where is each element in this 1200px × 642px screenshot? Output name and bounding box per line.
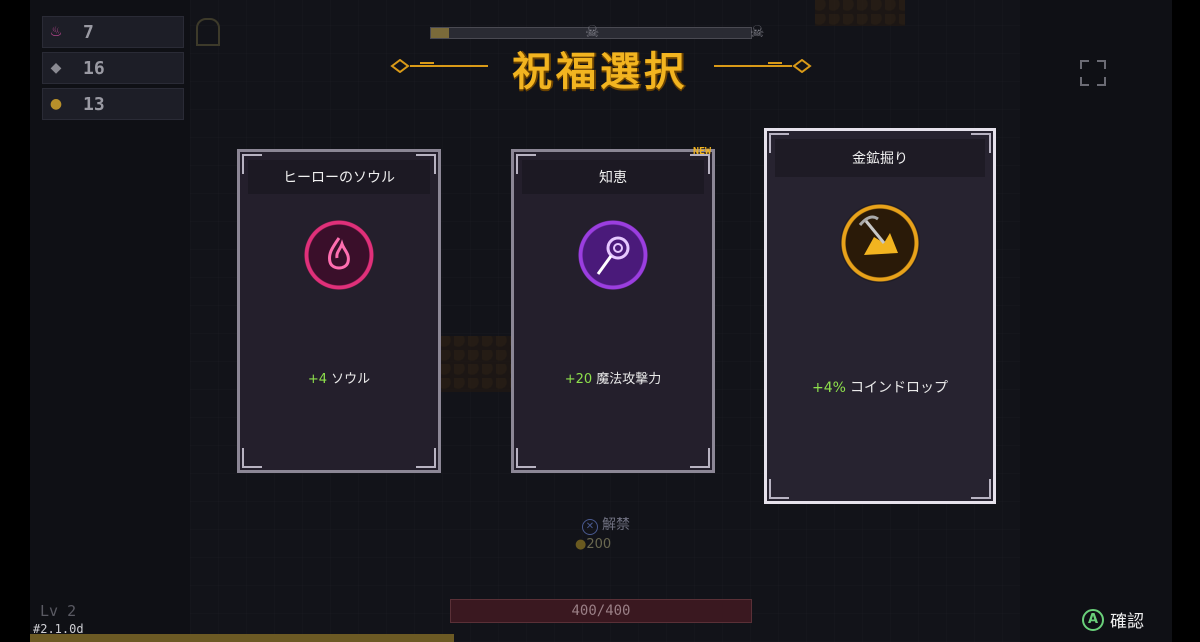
stat-bonus: +20 [564, 372, 593, 387]
magic-staff-icon [578, 220, 648, 290]
card-stat: +20 魔法攻撃力 [514, 368, 712, 387]
blessing-card-gold-mining[interactable]: 金鉱掘り +4% コインドロップ [764, 128, 996, 504]
xp-bar [30, 634, 454, 642]
level-label: Lv 2 [40, 602, 77, 620]
blessing-card-wisdom[interactable]: 知恵 +20 魔法攻撃力 [511, 149, 715, 473]
gold-pickaxe-icon [840, 203, 920, 283]
resource-crystals: ◆ 16 [42, 52, 184, 84]
card-corner-ornament [769, 133, 789, 153]
stat-bonus: +4 [307, 372, 328, 387]
stat-bonus: +4% [812, 380, 846, 396]
card-title: 知恵 [522, 160, 704, 194]
blessing-card-hero-soul[interactable]: ヒーローのソウル +4 ソウル [237, 149, 441, 473]
resource-coins: ● 13 [42, 88, 184, 120]
coin-icon: ● [49, 96, 63, 112]
version-label: #2.1.0d [33, 622, 84, 636]
card-corner-ornament [516, 154, 536, 174]
soul-flame-icon: ♨ [49, 24, 63, 40]
unlock-label: ✕ 解禁 [566, 514, 646, 535]
card-stat: +4 ソウル [240, 368, 438, 387]
coin-icon: ● [575, 537, 587, 552]
card-corner-ornament [416, 154, 436, 174]
soul-flame-icon [304, 220, 374, 290]
title-text: 祝福選択 [512, 49, 688, 95]
card-corner-ornament [416, 448, 436, 468]
title-ornament-right [712, 58, 812, 74]
card-corner-ornament [242, 448, 262, 468]
card-corner-ornament [516, 448, 536, 468]
card-title: ヒーローのソウル [248, 160, 430, 194]
a-button-icon: A [1082, 608, 1104, 631]
card-corner-ornament [971, 479, 991, 499]
resource-souls: ♨ 7 [42, 16, 184, 48]
hp-bar: 400/400 [450, 599, 752, 623]
fullscreen-icon[interactable] [1080, 60, 1106, 86]
x-button-icon: ✕ [582, 519, 598, 535]
stat-label: コインドロップ [849, 380, 948, 396]
card-corner-ornament [690, 154, 710, 174]
card-corner-ornament [769, 479, 789, 499]
card-corner-ornament [971, 133, 991, 153]
card-title: 金鉱掘り [775, 139, 985, 177]
card-stat: +4% コインドロップ [767, 377, 993, 397]
resource-coins-value: 13 [83, 93, 105, 115]
resource-crystals-value: 16 [83, 57, 105, 79]
stat-label: 魔法攻撃力 [596, 372, 662, 387]
resource-souls-value: 7 [83, 21, 94, 43]
crystal-icon: ◆ [50, 60, 62, 76]
confirm-label: 確認 [1110, 612, 1144, 632]
new-badge: NEW [693, 146, 712, 157]
door-icon [196, 18, 220, 46]
unlock-cost: ●200 [575, 537, 612, 552]
stat-label: ソウル [331, 372, 371, 387]
card-corner-ornament [242, 154, 262, 174]
confirm-button[interactable]: A 確認 [1082, 607, 1144, 632]
card-corner-ornament [690, 448, 710, 468]
